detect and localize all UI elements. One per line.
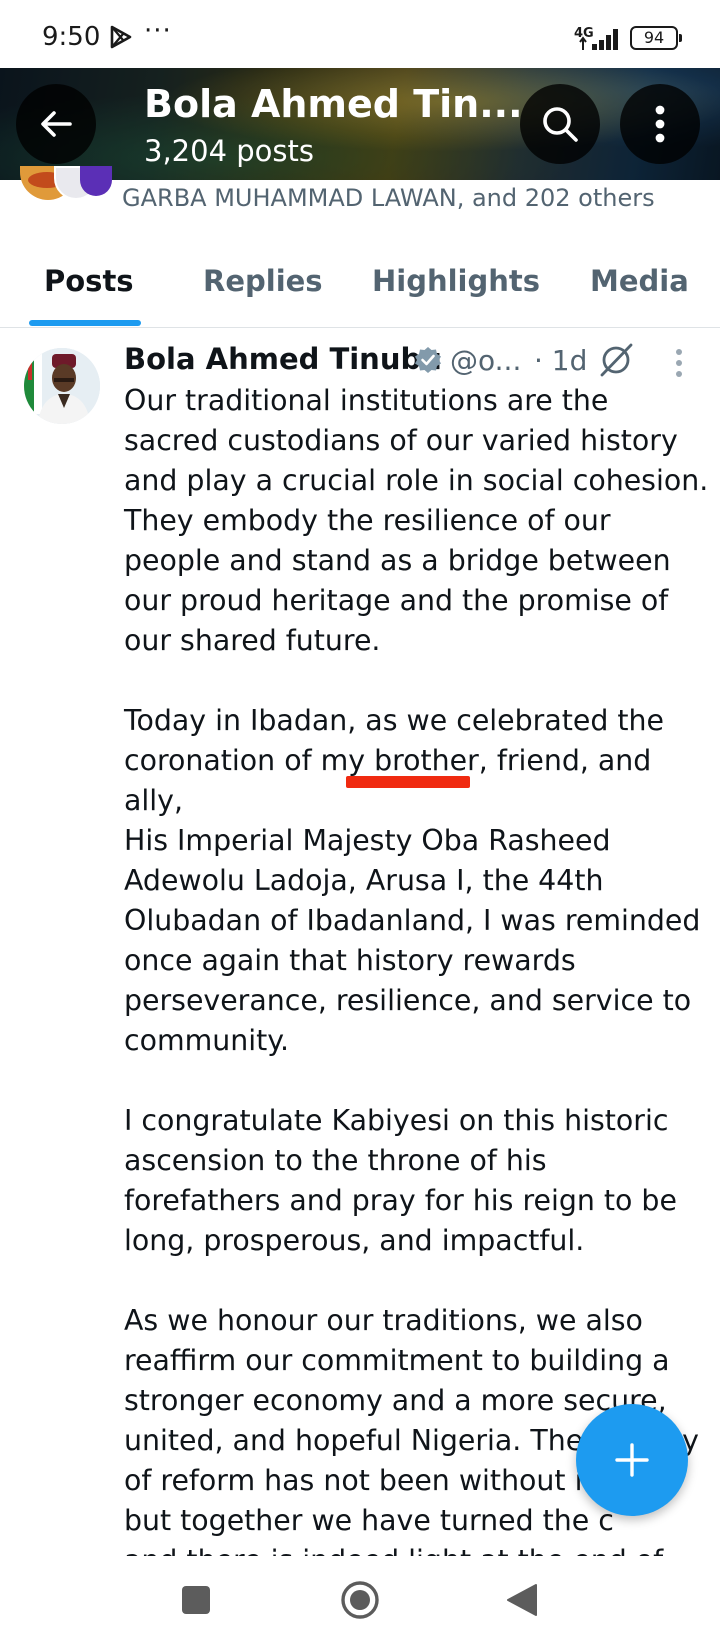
system-navigation-bar bbox=[0, 1556, 720, 1640]
post-more-icon[interactable] bbox=[674, 348, 684, 378]
signal-icon bbox=[579, 29, 618, 50]
post-author-name[interactable]: Bola Ahmed Tinubu bbox=[124, 342, 442, 376]
square-icon bbox=[182, 1586, 210, 1614]
followers-you-know[interactable]: GARBA MUHAMMAD LAWAN, and 202 others bbox=[0, 166, 720, 228]
post-body-text: Our traditional institutions are the sac… bbox=[124, 384, 709, 1577]
recents-button[interactable] bbox=[176, 1580, 216, 1620]
followers-text: GARBA MUHAMMAD LAWAN, and 202 others bbox=[122, 184, 655, 212]
more-options-button[interactable] bbox=[620, 84, 700, 164]
circle-home-icon bbox=[341, 1581, 379, 1619]
triangle-back-icon bbox=[507, 1584, 537, 1616]
header-post-count: 3,204 posts bbox=[144, 134, 314, 168]
system-back-button[interactable] bbox=[502, 1580, 542, 1620]
compose-button[interactable] bbox=[576, 1404, 688, 1516]
header-title: Bola Ahmed Tin... bbox=[144, 82, 523, 126]
status-time: 9:50 bbox=[42, 22, 101, 52]
post-header: Bola Ahmed Tinubu @o... · 1d bbox=[124, 342, 714, 382]
status-bar: 9:50 ··· 4G 94 bbox=[0, 0, 720, 68]
profile-header: Bola Ahmed Tin... 3,204 posts bbox=[0, 68, 720, 180]
arrow-left-icon bbox=[41, 111, 72, 137]
tab-replies[interactable]: Replies bbox=[203, 264, 323, 298]
back-button[interactable] bbox=[16, 84, 96, 164]
post-author-handle[interactable]: @o... bbox=[450, 344, 521, 377]
avatar-image bbox=[24, 348, 100, 424]
search-icon bbox=[543, 107, 578, 142]
profile-tabs: Posts Replies Highlights Media bbox=[0, 240, 720, 328]
verified-badge-icon bbox=[415, 347, 441, 373]
home-button[interactable] bbox=[340, 1580, 380, 1620]
tab-media[interactable]: Media bbox=[590, 264, 689, 298]
battery-indicator: 94 bbox=[630, 26, 682, 50]
tab-posts[interactable]: Posts bbox=[44, 264, 134, 298]
plus-icon bbox=[615, 1443, 649, 1477]
search-button[interactable] bbox=[520, 84, 600, 164]
more-vertical-icon bbox=[655, 105, 665, 143]
tab-highlights[interactable]: Highlights bbox=[372, 264, 540, 298]
status-overflow-dots: ··· bbox=[144, 16, 172, 46]
post-timestamp[interactable]: · 1d bbox=[534, 344, 587, 377]
play-store-icon bbox=[110, 25, 132, 49]
grok-icon[interactable] bbox=[598, 342, 634, 378]
active-tab-indicator bbox=[29, 320, 141, 326]
follower-avatar bbox=[80, 166, 112, 196]
red-underline-annotation bbox=[346, 776, 470, 788]
author-avatar[interactable] bbox=[24, 348, 100, 424]
